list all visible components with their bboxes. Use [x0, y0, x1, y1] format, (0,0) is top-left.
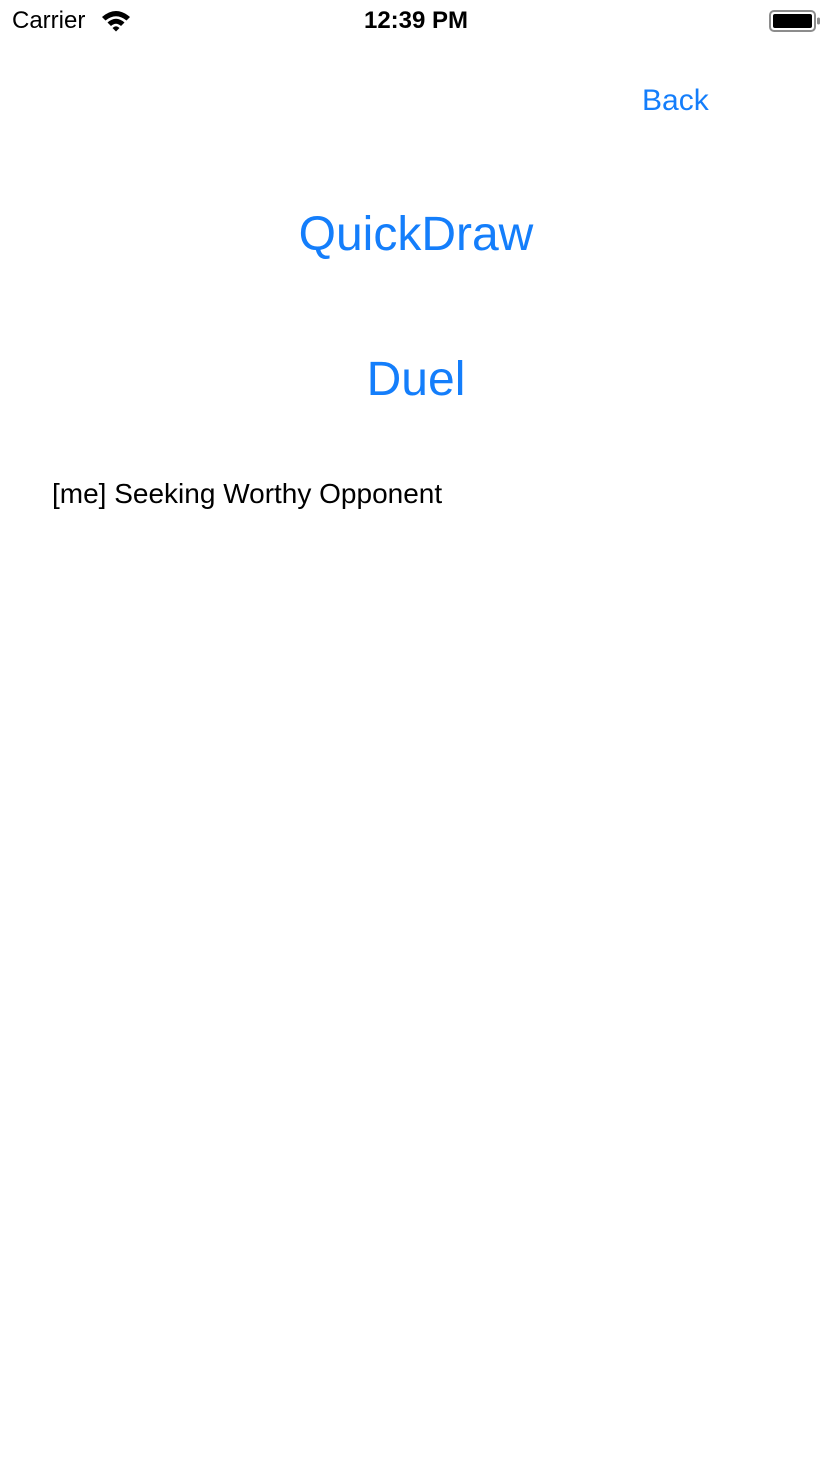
battery-icon — [769, 9, 821, 33]
quickdraw-button[interactable]: QuickDraw — [0, 207, 832, 263]
duel-button[interactable]: Duel — [0, 352, 832, 408]
status-bar: Carrier 12:39 PM — [0, 0, 832, 42]
back-button[interactable]: Back — [642, 84, 709, 118]
status-message: [me] Seeking Worthy Opponent — [52, 478, 443, 509]
status-time: 12:39 PM — [363, 7, 469, 34]
